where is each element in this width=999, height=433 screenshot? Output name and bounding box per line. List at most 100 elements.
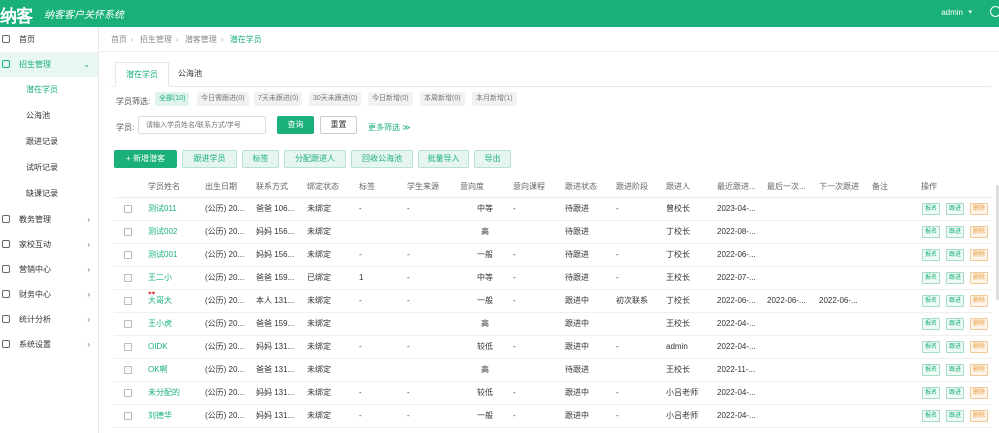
tab-prospects[interactable]: 潜在学员 bbox=[115, 62, 169, 87]
sidebar-item-home[interactable]: 首页 bbox=[0, 27, 98, 52]
follow-button[interactable]: 跟进 bbox=[946, 364, 965, 376]
table-row[interactable]: 测试001 (公历) 20... 妈妈 156... 未绑定 - - 一般 - 待跟进 - 丁校长 2… bbox=[114, 244, 992, 267]
row-checkbox[interactable] bbox=[124, 389, 132, 397]
filter-chip-month-new[interactable]: 本月新增(1) bbox=[472, 92, 517, 106]
delete-button[interactable]: 删除 bbox=[970, 295, 989, 307]
student-name-link[interactable]: 测试002 bbox=[148, 221, 203, 243]
enroll-button[interactable]: 报名 bbox=[922, 295, 941, 307]
table-row[interactable]: ♥♥ 大哥大 (公历) 20... 本人 131... 未绑定 - - 一般 - 跟进中 初次联系丁… bbox=[114, 290, 992, 313]
table-row[interactable]: 王二小 (公历) 20... 爸爸 159... 已绑定 1 - 中等 - 待跟进 - 王校长 202… bbox=[114, 267, 992, 290]
chevron-down-icon[interactable]: ▾ bbox=[968, 8, 972, 16]
follow-button[interactable]: 跟进 bbox=[946, 341, 965, 353]
sidebar-item[interactable]: 家校互动 › bbox=[0, 232, 98, 257]
sidebar-subitem[interactable]: 公海池 bbox=[0, 103, 98, 129]
student-name-link[interactable]: 未分配的 bbox=[148, 382, 203, 404]
filter-chip-today-follow[interactable]: 今日需跟进(0) bbox=[197, 92, 249, 106]
power-icon[interactable] bbox=[990, 6, 999, 17]
table-row[interactable]: 刘德华 (公历) 20... 妈妈 131... 未绑定 - - 一般 - 跟进中 - 小吕老师 20… bbox=[114, 405, 992, 428]
filter-chip-today-new[interactable]: 今日新增(0) bbox=[368, 92, 413, 106]
delete-button[interactable]: 删除 bbox=[970, 341, 989, 353]
follow-button[interactable]: 跟进 bbox=[946, 203, 965, 215]
search-input[interactable] bbox=[138, 116, 266, 134]
delete-button[interactable]: 删除 bbox=[970, 272, 989, 284]
student-name-link[interactable]: OK啊 bbox=[148, 359, 203, 381]
row-checkbox[interactable] bbox=[124, 228, 132, 236]
row-checkbox[interactable] bbox=[124, 320, 132, 328]
delete-button[interactable]: 删除 bbox=[970, 249, 989, 261]
student-name-link[interactable]: 王小虎 bbox=[148, 313, 203, 335]
student-name-link[interactable]: 测试011 bbox=[148, 198, 203, 220]
student-name-link[interactable]: 刘德华 bbox=[148, 405, 203, 427]
follow-button[interactable]: 跟进 bbox=[946, 295, 965, 307]
breadcrumb-home[interactable]: 首页 bbox=[111, 35, 127, 44]
user-menu[interactable]: admin bbox=[941, 8, 963, 17]
delete-button[interactable]: 删除 bbox=[970, 318, 989, 330]
student-name-link[interactable]: 大哥大 bbox=[148, 290, 203, 312]
row-checkbox[interactable] bbox=[124, 297, 132, 305]
table-row[interactable]: 测试011 (公历) 20... 爸爸 106... 未绑定 - - 中等 - 待跟进 - 曾校长 2… bbox=[114, 198, 992, 221]
delete-button[interactable]: 删除 bbox=[970, 410, 989, 422]
enroll-button[interactable]: 报名 bbox=[922, 318, 941, 330]
follow-button[interactable]: 跟进 bbox=[946, 249, 965, 261]
query-button[interactable]: 查询 bbox=[277, 116, 314, 134]
tab-public-pool[interactable]: 公海池 bbox=[169, 62, 211, 87]
table-row[interactable]: 王小虎 (公历) 20... 爸爸 159... 未绑定 高 跟进中 王校长 2022-04-… bbox=[114, 313, 992, 336]
enroll-button[interactable]: 报名 bbox=[922, 364, 941, 376]
row-checkbox[interactable] bbox=[124, 274, 132, 282]
add-prospect-button[interactable]: + 新增潜客 bbox=[114, 150, 177, 168]
follow-button[interactable]: 跟进 bbox=[946, 410, 965, 422]
sidebar-subitem[interactable]: 潜在学员 bbox=[0, 77, 98, 103]
sidebar-subitem[interactable]: 跟进记录 bbox=[0, 129, 98, 155]
filter-chip-week-new[interactable]: 本周新增(0) bbox=[420, 92, 465, 106]
enroll-button[interactable]: 报名 bbox=[922, 203, 941, 215]
breadcrumb-recruit[interactable]: 招生管理 bbox=[140, 35, 172, 44]
sidebar-item[interactable]: 财务中心 › bbox=[0, 282, 98, 307]
recycle-button[interactable]: 回收公海池 bbox=[351, 150, 413, 168]
enroll-button[interactable]: 报名 bbox=[922, 226, 941, 238]
sidebar-subitem[interactable]: 试听记录 bbox=[0, 155, 98, 181]
student-name-link[interactable]: 王二小 bbox=[148, 267, 203, 289]
follow-button[interactable]: 跟进 bbox=[946, 226, 965, 238]
follow-button[interactable]: 跟进 bbox=[946, 318, 965, 330]
sidebar-subitem[interactable]: 缺课记录 bbox=[0, 181, 98, 207]
brand-logo[interactable]: 纳客 bbox=[0, 2, 33, 27]
assign-button[interactable]: 分配跟进人 bbox=[284, 150, 346, 168]
export-button[interactable]: 导出 bbox=[474, 150, 511, 168]
delete-button[interactable]: 删除 bbox=[970, 364, 989, 376]
row-checkbox[interactable] bbox=[124, 412, 132, 420]
filter-chip-30days[interactable]: 30天未跟进(0) bbox=[309, 92, 362, 106]
sidebar-item[interactable]: 系统设置 › bbox=[0, 332, 98, 357]
sidebar-item[interactable]: 统计分析 › bbox=[0, 307, 98, 332]
enroll-button[interactable]: 报名 bbox=[922, 249, 941, 261]
sidebar-item[interactable]: 教务管理 › bbox=[0, 207, 98, 232]
table-row[interactable]: OIDK (公历) 20... 妈妈 131... 未绑定 - - 较低 - 跟进中 - admin… bbox=[114, 336, 992, 359]
table-row[interactable]: 测试002 (公历) 20... 妈妈 156... 未绑定 高 待跟进 丁校长 2022-0… bbox=[114, 221, 992, 244]
row-checkbox[interactable] bbox=[124, 366, 132, 374]
follow-up-button[interactable]: 跟进学员 bbox=[182, 150, 237, 168]
tag-button[interactable]: 标签 bbox=[242, 150, 279, 168]
row-checkbox[interactable] bbox=[124, 251, 132, 259]
row-checkbox[interactable] bbox=[124, 343, 132, 351]
enroll-button[interactable]: 报名 bbox=[922, 387, 941, 399]
sidebar-item[interactable]: 营销中心 › bbox=[0, 257, 98, 282]
enroll-button[interactable]: 报名 bbox=[922, 272, 941, 284]
table-row[interactable]: OK啊 (公历) 20... 爸爸 131... 未绑定 高 待跟进 王校长 2022-11-… bbox=[114, 359, 992, 382]
breadcrumb-prospect[interactable]: 潜客管理 bbox=[185, 35, 217, 44]
reset-button[interactable]: 重置 bbox=[320, 116, 357, 134]
batch-import-button[interactable]: 批量导入 bbox=[418, 150, 469, 168]
student-name-link[interactable]: 测试001 bbox=[148, 244, 203, 266]
more-filter-link[interactable]: 更多筛选 ≫ bbox=[368, 122, 411, 133]
follow-button[interactable]: 跟进 bbox=[946, 387, 965, 399]
follow-button[interactable]: 跟进 bbox=[946, 272, 965, 284]
enroll-button[interactable]: 报名 bbox=[922, 341, 941, 353]
filter-chip-all[interactable]: 全部(10) bbox=[155, 92, 190, 106]
delete-button[interactable]: 删除 bbox=[970, 203, 989, 215]
delete-button[interactable]: 删除 bbox=[970, 387, 989, 399]
enroll-button[interactable]: 报名 bbox=[922, 410, 941, 422]
table-row[interactable]: 未分配的 (公历) 20... 妈妈 131... 未绑定 - - 较低 - 跟进中 - 小吕老师 2… bbox=[114, 382, 992, 405]
filter-chip-7days[interactable]: 7天未跟进(0) bbox=[254, 92, 303, 106]
sidebar-item-recruit[interactable]: 招生管理 ⌄ bbox=[0, 52, 98, 77]
row-checkbox[interactable] bbox=[124, 205, 132, 213]
delete-button[interactable]: 删除 bbox=[970, 226, 989, 238]
student-name-link[interactable]: OIDK bbox=[148, 336, 203, 358]
